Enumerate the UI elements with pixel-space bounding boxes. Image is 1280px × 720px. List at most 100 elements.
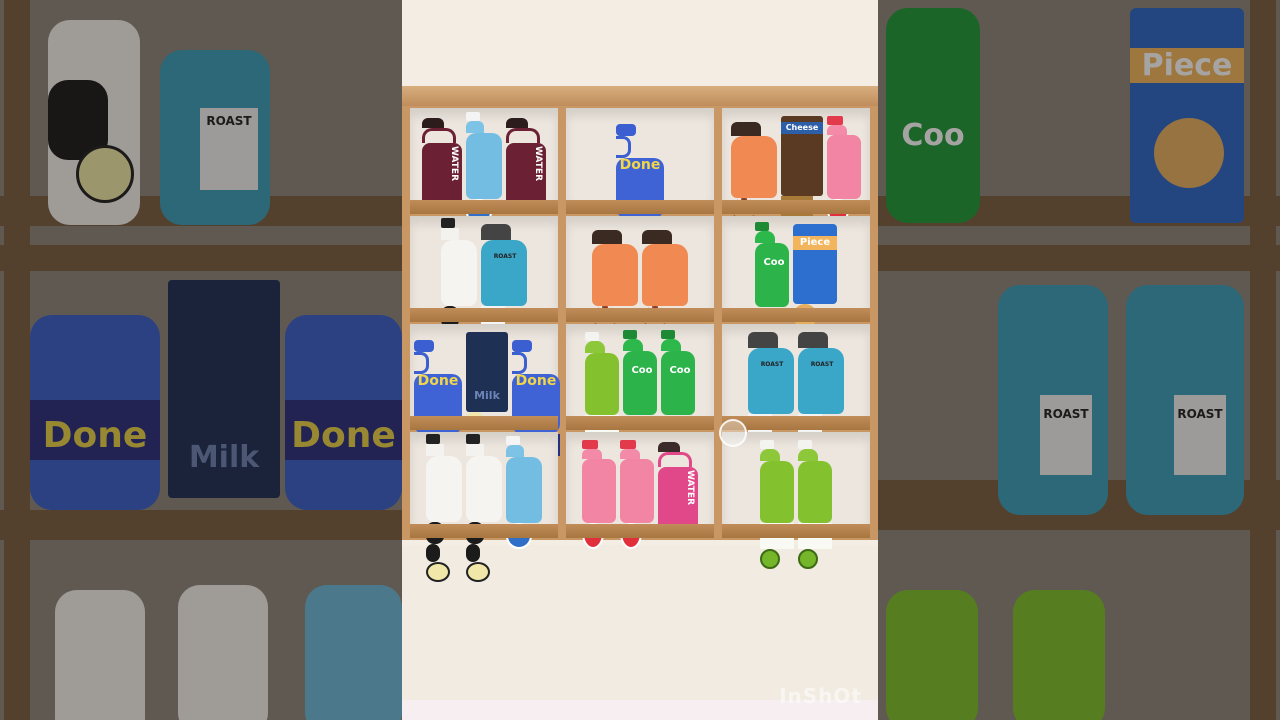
kiwi-icon (760, 549, 780, 569)
item-label: WATER (449, 146, 459, 182)
bag-body (642, 244, 688, 306)
shelf-slot-r4-c2[interactable]: WATER (566, 432, 714, 549)
done-jug-blue[interactable]: Done (616, 124, 664, 240)
shelf-ledge (566, 524, 714, 538)
bottle-body (441, 240, 477, 306)
kiwi-bottle[interactable] (798, 440, 832, 569)
bottle-body (585, 353, 619, 415)
cheese-box[interactable]: Cheese (781, 116, 823, 248)
cow-milk-bottle[interactable] (426, 434, 462, 582)
roast-bag-blue[interactable]: ROAST (481, 224, 527, 342)
jug-handle (422, 128, 456, 143)
bottle-cap (755, 222, 769, 231)
roast-bag-blue[interactable]: ROAST (798, 332, 844, 450)
cool-soda-green[interactable]: Coo (661, 330, 695, 415)
shelf-slot-r3-c3[interactable]: ROAST ROAST (722, 324, 870, 450)
kiwi-icon (798, 549, 818, 569)
shelf-ledge (722, 308, 870, 322)
bag-top (592, 230, 622, 244)
bottle-neck (582, 449, 602, 459)
bottle-body (827, 135, 861, 199)
cool-soda-green[interactable]: Coo (623, 330, 657, 415)
bag-top (731, 122, 761, 136)
shelf-ledge (410, 308, 558, 322)
shelf-slot-r2-c2[interactable] (566, 216, 714, 332)
bottle-cap (426, 434, 440, 444)
water-jug-maroon[interactable]: WATER (506, 118, 546, 209)
bottle-neck (585, 341, 605, 353)
shelf-slot-r1-c1[interactable]: WATER WATER (410, 108, 558, 225)
item-label: Coo (669, 365, 691, 376)
bottle-neck (661, 339, 681, 351)
bottle-neck (798, 449, 818, 461)
bottle-body (620, 459, 654, 523)
kiwi-bottle[interactable] (585, 332, 619, 461)
bottle-body (466, 133, 502, 199)
bottle-body (426, 456, 462, 522)
bag-body (798, 348, 844, 414)
bottle-body (661, 351, 695, 415)
bag-top (748, 332, 778, 348)
strawberry-bottle[interactable] (620, 440, 654, 549)
bottle-body (755, 243, 789, 307)
coffee-bag-orange[interactable] (731, 122, 777, 224)
strawberry-bottle[interactable] (827, 116, 861, 225)
blueberry-bottle[interactable] (506, 436, 542, 549)
jug-handle (658, 452, 692, 467)
milk-carton-navy[interactable]: Milk (466, 332, 508, 428)
item-label: Cheese (781, 122, 823, 134)
bottle-cap (466, 112, 480, 121)
shelf-slot-r4-c3[interactable] (722, 432, 870, 569)
jug-cap (512, 340, 532, 352)
cow-face-icon (466, 562, 490, 582)
bottle-neck (620, 449, 640, 459)
bag-body (748, 348, 794, 414)
shelf-ledge (566, 200, 714, 214)
piece-cookie-box[interactable]: Piece (793, 224, 837, 328)
jug-handle (512, 352, 527, 374)
shelf-ledge (410, 200, 558, 214)
done-jug-blue[interactable]: Done (414, 340, 462, 456)
bottle-neck (506, 445, 524, 457)
cow-milk-bottle[interactable] (441, 218, 477, 366)
shelf-ledge (566, 416, 714, 430)
shelf-slot-r3-c1[interactable]: Done Milk Done (410, 324, 560, 456)
shelf-slot-r1-c3[interactable]: Cheese (722, 108, 870, 248)
game-board: WATER WATER Done Cheese ROAST Coo Piece Done Mil… (402, 0, 878, 720)
jug-handle (616, 136, 631, 158)
shelf-slot-r2-c3[interactable]: Coo Piece (722, 216, 870, 328)
cow-milk-bottle[interactable] (466, 434, 502, 582)
strawberry-bottle[interactable] (582, 440, 616, 549)
roast-bag-blue[interactable]: ROAST (748, 332, 794, 450)
coffee-bag-orange[interactable] (642, 230, 688, 332)
jug-cap (422, 118, 444, 128)
shelf-slot-r4-c1[interactable] (410, 432, 558, 582)
bag-body (731, 136, 777, 198)
bag-body (592, 244, 638, 306)
blueberry-bottle[interactable] (466, 112, 502, 225)
shelf-ledge (566, 308, 714, 322)
bottle-body (466, 456, 502, 522)
bottle-neck (755, 231, 775, 243)
jug-cap (658, 442, 680, 452)
bottle-cap (661, 330, 675, 339)
item-label: Milk (474, 389, 500, 402)
shelf-slot-r3-c2[interactable]: Coo Coo (566, 324, 714, 461)
water-jug-maroon[interactable]: WATER (422, 118, 462, 209)
item-label: ROAST (760, 361, 784, 368)
item-label: WATER (533, 146, 543, 182)
bag-body (481, 240, 527, 306)
bag-top (642, 230, 672, 244)
shelf-slot-r2-c1[interactable]: ROAST (410, 216, 558, 366)
kiwi-bottle[interactable] (760, 440, 794, 569)
bottle-neck (827, 125, 847, 135)
shelf-slot-r1-c2[interactable]: Done (566, 108, 714, 240)
bottle-cap (798, 440, 812, 449)
done-jug-blue[interactable]: Done (512, 340, 560, 456)
item-label: Piece (793, 236, 837, 250)
cool-soda-green[interactable]: Coo (755, 222, 789, 307)
bottle-body (798, 461, 832, 523)
water-jug-pink[interactable]: WATER (658, 442, 698, 533)
coffee-bag-orange[interactable] (592, 230, 638, 332)
bottle-cap (623, 330, 637, 339)
